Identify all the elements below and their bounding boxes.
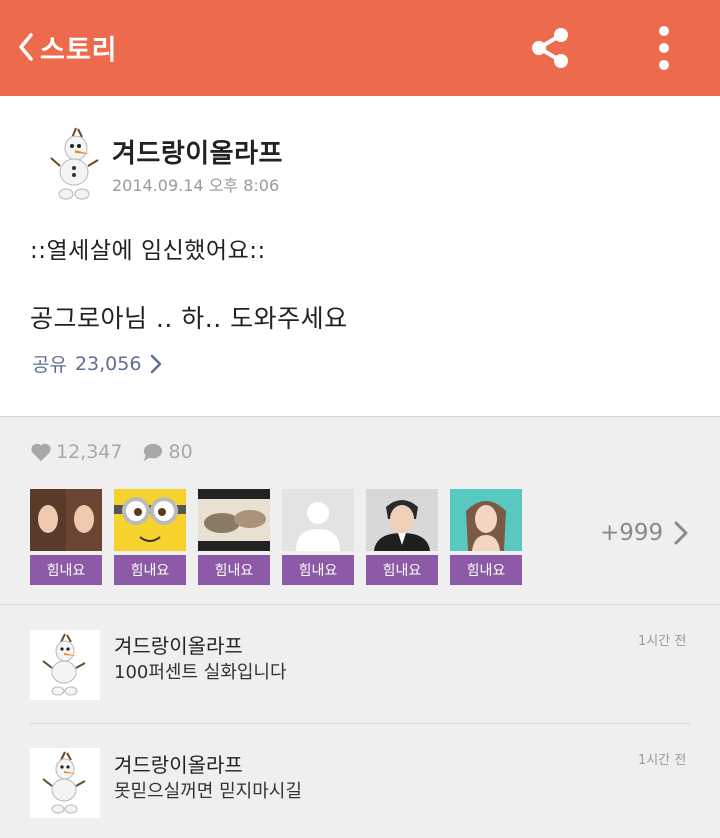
top-app-bar: 스토리 <box>0 0 720 96</box>
cheer-user[interactable]: 힘내요 <box>114 489 186 585</box>
cheer-button: 힘내요 <box>282 555 354 585</box>
divider <box>0 604 720 605</box>
back-button[interactable]: 스토리 <box>16 24 118 70</box>
post-stats: 12,347 80 <box>30 441 193 463</box>
cheer-user[interactable]: 힘내요 <box>30 489 102 585</box>
cheer-button: 힘내요 <box>450 555 522 585</box>
divider <box>30 723 690 724</box>
more-vertical-icon[interactable] <box>648 22 680 74</box>
comment-text: 100퍼센트 실화입니다 <box>114 662 287 683</box>
cheer-user[interactable]: 힘내요 <box>198 489 270 585</box>
more-cheers-link[interactable]: +999 <box>600 520 689 546</box>
cheer-button: 힘내요 <box>198 555 270 585</box>
user-photo <box>198 489 270 551</box>
chevron-right-icon <box>674 521 688 545</box>
share-label: 공유 <box>32 354 67 376</box>
cheer-button: 힘내요 <box>366 555 438 585</box>
share-icon[interactable] <box>526 24 574 72</box>
user-photo <box>366 489 438 551</box>
default-avatar-icon <box>282 489 354 551</box>
comment-count: 80 <box>168 441 193 463</box>
post-date: 2014.09.14 오후 8:06 <box>112 176 280 195</box>
cheer-user[interactable]: 힘내요 <box>450 489 522 585</box>
share-count-link[interactable]: 공유 23,056 <box>32 350 163 377</box>
comment-text: 못믿으실꺼면 믿지마시길 <box>114 781 302 802</box>
comment-author[interactable]: 겨드랑이올라프 <box>114 630 243 659</box>
share-count-value: 23,056 <box>74 352 142 375</box>
heart-icon[interactable] <box>30 442 52 462</box>
commenter-avatar[interactable] <box>30 630 100 700</box>
comment-time: 1시간 전 <box>638 753 687 768</box>
cheer-button: 힘내요 <box>114 555 186 585</box>
cheer-user[interactable]: 힘내요 <box>282 489 354 585</box>
commenter-avatar[interactable] <box>30 748 100 818</box>
post-author-name[interactable]: 겨드랑이올라프 <box>112 133 283 170</box>
page-title: 스토리 <box>40 34 118 66</box>
more-cheers-count: +999 <box>600 520 664 546</box>
comment-time: 1시간 전 <box>638 634 687 649</box>
user-photo <box>114 489 186 551</box>
user-photo <box>30 489 102 551</box>
chevron-right-icon <box>151 354 162 373</box>
back-chevron-icon <box>19 33 33 61</box>
user-photo <box>450 489 522 551</box>
like-count: 12,347 <box>56 441 123 463</box>
cheer-user[interactable]: 힘내요 <box>366 489 438 585</box>
post-text-line: ::열세살에 임신했어요:: <box>30 238 266 264</box>
post-text-line: 공그로아님 .. 하.. 도와주세요 <box>30 304 348 333</box>
cheer-button: 힘내요 <box>30 555 102 585</box>
comment-bubble-icon[interactable] <box>142 442 164 462</box>
comment-author[interactable]: 겨드랑이올라프 <box>114 749 243 778</box>
divider <box>0 416 720 417</box>
author-avatar[interactable] <box>48 124 104 202</box>
